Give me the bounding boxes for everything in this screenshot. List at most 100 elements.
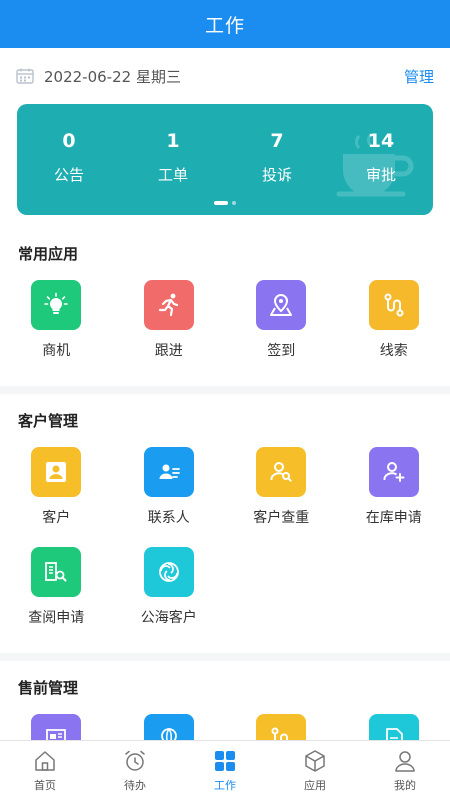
app-icon-tile bbox=[143, 547, 194, 597]
stat-card[interactable]: 0 公告 1 工单 7 投诉 14 审批 bbox=[17, 104, 433, 215]
current-date: 2022-06-22 星期三 bbox=[44, 67, 181, 86]
stat-value: 7 bbox=[270, 130, 284, 152]
bulb-icon bbox=[44, 292, 69, 314]
tab-apps[interactable]: 应用 bbox=[270, 741, 360, 800]
stat-complaint[interactable]: 7 投诉 bbox=[225, 128, 329, 185]
app-icon-tile bbox=[143, 447, 194, 497]
tab-label: 首页 bbox=[34, 779, 56, 792]
stat-label: 审批 bbox=[365, 166, 396, 184]
app-label: 在库申请 bbox=[365, 510, 422, 526]
app-label: 商机 bbox=[42, 343, 71, 359]
section-customer-management: 客户管理 客户 联系人 客户查重 在库申请 查阅申请 公海客户 bbox=[0, 394, 450, 653]
app-root: 工作 2022-06-22 星期三 管理 0 公告 1 工单 7 投诉 14 审… bbox=[0, 0, 450, 800]
app-label: 联系人 bbox=[147, 510, 190, 526]
stat-notice[interactable]: 0 公告 bbox=[17, 128, 121, 185]
app-icon-tile bbox=[256, 280, 307, 330]
stat-label: 投诉 bbox=[261, 166, 292, 184]
section-presale-management: 售前管理 bbox=[0, 661, 450, 740]
stat-work-order[interactable]: 1 工单 bbox=[121, 128, 225, 185]
app-item-access-request[interactable]: 查阅申请 bbox=[0, 543, 113, 643]
contact-card-icon bbox=[159, 464, 180, 479]
home-icon bbox=[35, 751, 55, 771]
user-search-icon bbox=[270, 462, 292, 482]
newspaper-icon bbox=[46, 729, 67, 740]
tab-todo[interactable]: 待办 bbox=[90, 741, 180, 800]
tab-mine[interactable]: 我的 bbox=[360, 741, 450, 800]
app-item-inventory-request[interactable]: 在库申请 bbox=[338, 443, 450, 543]
main-content[interactable]: 2022-06-22 星期三 管理 0 公告 1 工单 7 投诉 14 审批 常… bbox=[0, 48, 450, 740]
app-label: 跟进 bbox=[154, 343, 183, 359]
page-title: 工作 bbox=[204, 14, 245, 37]
app-label: 查阅申请 bbox=[28, 610, 85, 626]
alarm-clock-icon bbox=[125, 750, 145, 771]
app-icon-tile bbox=[143, 280, 194, 330]
app-item-presale-1[interactable] bbox=[0, 710, 113, 740]
route-icon bbox=[271, 727, 289, 740]
stat-label: 公告 bbox=[53, 166, 84, 184]
app-label: 签到 bbox=[267, 343, 296, 359]
app-label: 客户查重 bbox=[253, 510, 310, 526]
app-grid: 客户 联系人 客户查重 在库申请 查阅申请 公海客户 bbox=[0, 443, 450, 643]
user-icon bbox=[46, 462, 67, 482]
carousel-dot bbox=[232, 201, 236, 205]
bottom-tab-bar: 首页 待办 工作 应用 我的 bbox=[0, 740, 450, 800]
section-title: 客户管理 bbox=[18, 412, 79, 430]
app-item-opportunity[interactable]: 商机 bbox=[0, 276, 113, 376]
stat-value: 1 bbox=[166, 130, 180, 152]
app-label: 客户 bbox=[42, 510, 71, 526]
tab-label: 我的 bbox=[394, 779, 416, 792]
app-item-presale-2[interactable] bbox=[113, 710, 226, 740]
section-title: 常用应用 bbox=[18, 245, 79, 263]
route-icon bbox=[384, 293, 404, 317]
carousel-dot-active bbox=[214, 201, 228, 205]
app-item-presale-4[interactable] bbox=[338, 710, 450, 740]
document-search-icon bbox=[45, 562, 67, 582]
app-icon-tile bbox=[31, 714, 82, 740]
stat-value: 0 bbox=[62, 130, 76, 152]
stat-label: 工单 bbox=[157, 166, 188, 184]
app-icon-tile bbox=[256, 714, 307, 740]
person-icon bbox=[395, 751, 415, 772]
runner-icon bbox=[158, 293, 178, 317]
date-bar: 2022-06-22 星期三 管理 bbox=[0, 48, 450, 104]
tab-work[interactable]: 工作 bbox=[180, 741, 270, 800]
app-label: 公海客户 bbox=[140, 610, 197, 626]
user-add-icon bbox=[383, 462, 405, 482]
app-item-check-in[interactable]: 签到 bbox=[225, 276, 338, 376]
app-item-customer-dedupe[interactable]: 客户查重 bbox=[225, 443, 338, 543]
app-icon-tile bbox=[256, 447, 307, 497]
app-grid bbox=[0, 710, 450, 740]
map-pin-icon bbox=[270, 293, 293, 316]
app-item-contacts[interactable]: 联系人 bbox=[113, 443, 226, 543]
balloon-icon bbox=[160, 727, 177, 740]
carousel-indicator bbox=[17, 201, 433, 205]
tab-label: 工作 bbox=[214, 779, 236, 792]
stat-approval[interactable]: 14 审批 bbox=[329, 128, 433, 185]
section-title: 售前管理 bbox=[18, 679, 79, 697]
calendar-icon bbox=[16, 68, 34, 84]
app-item-follow-up[interactable]: 跟进 bbox=[113, 276, 226, 376]
app-grid: 商机 跟进 签到 线索 bbox=[0, 276, 450, 376]
stats-row: 0 公告 1 工单 7 投诉 14 审批 bbox=[17, 128, 433, 185]
manage-link[interactable]: 管理 bbox=[404, 66, 434, 87]
top-bar: 工作 bbox=[0, 0, 450, 48]
stat-card-wrapper: 0 公告 1 工单 7 投诉 14 审批 bbox=[0, 104, 450, 227]
section-common-apps: 常用应用 商机 跟进 签到 线索 bbox=[0, 227, 450, 386]
app-item-presale-3[interactable] bbox=[225, 710, 338, 740]
app-item-customer[interactable]: 客户 bbox=[0, 443, 113, 543]
tab-home[interactable]: 首页 bbox=[0, 741, 90, 800]
app-icon-tile bbox=[368, 280, 419, 330]
stat-value: 14 bbox=[367, 130, 395, 152]
app-icon-tile bbox=[368, 714, 419, 740]
app-icon-tile bbox=[31, 547, 82, 597]
app-label: 线索 bbox=[379, 343, 408, 359]
file-icon bbox=[385, 728, 403, 740]
app-icon-tile bbox=[143, 714, 194, 740]
tab-label: 应用 bbox=[304, 779, 326, 792]
app-item-leads[interactable]: 线索 bbox=[338, 276, 450, 376]
app-icon-tile bbox=[31, 280, 82, 330]
app-item-public-customers[interactable]: 公海客户 bbox=[113, 543, 226, 643]
grid-icon bbox=[215, 751, 235, 771]
app-icon-tile bbox=[31, 447, 82, 497]
app-icon-tile bbox=[368, 447, 419, 497]
